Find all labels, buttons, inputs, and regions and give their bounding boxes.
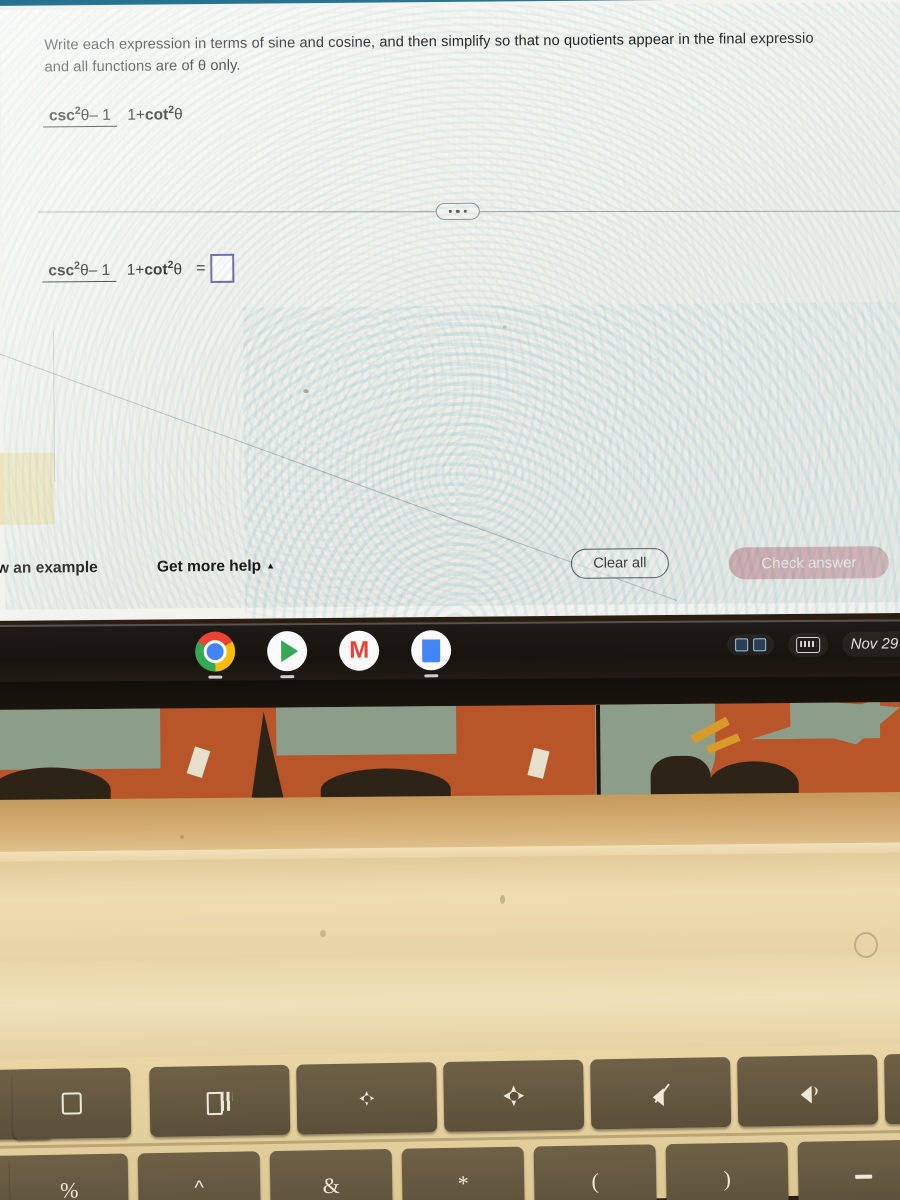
- network-badge-icon: [735, 638, 749, 652]
- numerator-tail: – 1: [89, 107, 111, 125]
- app-active-dot: [424, 674, 439, 678]
- theta-symbol: θ: [173, 260, 183, 278]
- mute-key[interactable]: [590, 1057, 732, 1130]
- left-paren-key[interactable]: (: [533, 1144, 657, 1200]
- check-answer-button[interactable]: Check answer: [728, 546, 890, 580]
- brightness-down-key[interactable]: [296, 1062, 438, 1135]
- left-paren-glyph: (: [591, 1168, 600, 1194]
- play-store-icon[interactable]: [267, 631, 308, 679]
- caret-key[interactable]: ^: [137, 1151, 261, 1200]
- volume-key[interactable]: [737, 1054, 879, 1127]
- chromebook-keyboard: % ^ & * ( ): [0, 1043, 900, 1200]
- screen-reflection-patch: [0, 452, 55, 525]
- fraction: csc2θ– 1 1+cot2θ: [42, 104, 189, 128]
- problem-expression: csc2θ– 1 1+cot2θ: [42, 104, 189, 128]
- brightness-low-icon: [359, 1091, 374, 1106]
- asterisk-key[interactable]: *: [401, 1146, 525, 1200]
- shelf-highlight-edge: [0, 619, 900, 627]
- brightness-up-key[interactable]: [443, 1059, 585, 1133]
- split-screen-icon: [207, 1091, 233, 1110]
- volume-icon: [797, 1080, 817, 1100]
- dot-icon: [463, 209, 467, 213]
- fraction-denominator: 1+cot2θ: [121, 258, 189, 279]
- dust-speck: [500, 895, 505, 904]
- instruction-line-2: and all functions are of θ only.: [44, 57, 241, 76]
- denominator-lead: 1+: [127, 106, 146, 125]
- instruction-line-1: Write each expression in terms of sine a…: [44, 30, 814, 54]
- right-paren-key[interactable]: ): [665, 1142, 789, 1200]
- gmail-icon[interactable]: [339, 630, 380, 671]
- screen-scratch: [52, 331, 56, 482]
- laptop-body-main: [0, 852, 900, 968]
- answer-expression-row: csc2θ– 1 1+cot2θ =: [42, 253, 235, 285]
- sticker-shape: [275, 701, 457, 756]
- right-paren-glyph: ): [723, 1166, 732, 1192]
- view-example-link[interactable]: w an example: [0, 559, 98, 578]
- get-more-help-label: Get more help: [156, 557, 262, 576]
- shelf-date: Nov 29: [850, 635, 899, 653]
- battery-badge-icon: [753, 638, 767, 652]
- overview-key[interactable]: [12, 1067, 132, 1140]
- volume-mute-icon: [651, 1083, 671, 1103]
- clock-area[interactable]: Nov 29: [842, 631, 900, 657]
- dust-speck: [320, 930, 326, 937]
- get-more-help-link[interactable]: Get more help ▲: [157, 557, 275, 576]
- fraction-denominator: 1+cot2θ: [121, 104, 189, 125]
- key-partial-right[interactable]: [884, 1053, 900, 1125]
- cot-function: cot: [144, 261, 168, 279]
- sticker-shape: [0, 704, 161, 771]
- app-active-dot: [280, 675, 295, 679]
- asterisk-glyph: *: [457, 1170, 469, 1196]
- percent-glyph: %: [59, 1177, 79, 1200]
- minus-key[interactable]: [797, 1139, 900, 1200]
- cot-function: cot: [144, 106, 169, 124]
- minus-glyph: [854, 1174, 872, 1179]
- laptop-screen: Write each expression in terms of sine a…: [0, 0, 900, 621]
- shelf-status-area[interactable]: Nov 29: [727, 631, 900, 657]
- equals-sign: =: [195, 259, 206, 277]
- ampersand-key[interactable]: &: [269, 1148, 393, 1200]
- brightness-high-icon: [503, 1085, 524, 1106]
- browser-tab-stub[interactable]: [53, 620, 176, 621]
- dot-icon: [456, 209, 460, 214]
- caret-up-icon: ▲: [266, 560, 276, 571]
- body-circular-mark: [854, 932, 878, 958]
- screenshot-icon: [61, 1092, 82, 1115]
- fraction-numerator: csc2θ– 1: [42, 259, 117, 283]
- problem-instruction: Write each expression in terms of sine a…: [44, 28, 900, 80]
- shelf-app-icons: [195, 630, 452, 679]
- photo-scene: Write each expression in terms of sine a…: [0, 0, 900, 1200]
- window-split-key[interactable]: [149, 1064, 291, 1138]
- sticker-shape: [186, 746, 211, 778]
- ampersand-glyph: &: [322, 1172, 341, 1199]
- sticker-shape: [527, 747, 550, 779]
- docs-icon[interactable]: [411, 630, 452, 678]
- clear-all-button[interactable]: Clear all: [570, 548, 670, 579]
- keyboard-toggle[interactable]: [788, 632, 829, 657]
- dust-speck: [502, 325, 507, 329]
- sticker-seam: [595, 704, 601, 805]
- csc-function: csc: [48, 107, 75, 125]
- denominator-lead: 1+: [126, 261, 145, 279]
- caret-glyph: ^: [194, 1176, 205, 1199]
- chrome-icon[interactable]: [195, 631, 236, 679]
- webpage-content-area: Write each expression in terms of sine a…: [0, 1, 900, 621]
- status-badges[interactable]: [727, 634, 775, 656]
- dust-speck: [303, 389, 309, 394]
- keyboard-icon: [796, 636, 821, 653]
- theta-symbol: θ: [174, 106, 183, 124]
- answer-input[interactable]: [210, 253, 235, 283]
- fraction-numerator: csc2θ– 1: [42, 105, 117, 128]
- app-active-dot: [208, 675, 223, 679]
- csc-function: csc: [48, 261, 75, 280]
- percent-key[interactable]: %: [9, 1153, 129, 1200]
- ellipsis-more-button[interactable]: [435, 202, 480, 221]
- dot-icon: [448, 209, 453, 214]
- fraction: csc2θ– 1 1+cot2θ: [42, 258, 189, 283]
- numerator-tail: – 1: [88, 261, 111, 279]
- dust-speck: [180, 835, 184, 839]
